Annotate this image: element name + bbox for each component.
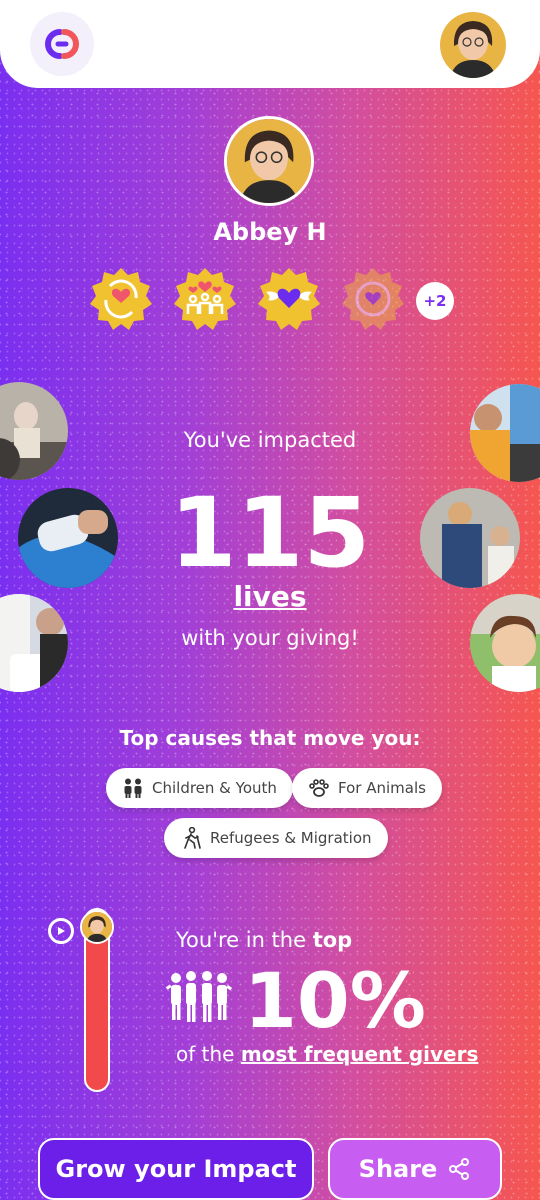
cause-label: Children & Youth xyxy=(152,779,277,797)
meter-play-icon[interactable] xyxy=(48,918,74,944)
walking-person-icon xyxy=(184,827,201,849)
impact-count: 115 xyxy=(169,477,371,589)
most-frequent-givers-link[interactable]: most frequent givers xyxy=(241,1042,479,1066)
profile-name: Abbey H xyxy=(213,218,327,246)
avatar-photo-large xyxy=(227,119,311,203)
winged-heart-icon[interactable] xyxy=(256,266,322,332)
meter-avatar xyxy=(80,910,114,944)
top-bar xyxy=(0,0,540,88)
cause-label: Refugees & Migration xyxy=(210,829,372,847)
rank-intro: You're in the top xyxy=(176,928,352,952)
children-icon xyxy=(124,778,142,798)
profile-avatar-button[interactable] xyxy=(440,12,506,78)
impact-intro: You've impacted xyxy=(183,428,357,452)
impact-outro: with your giving! xyxy=(181,626,359,650)
rank-emphasis: top xyxy=(312,928,353,952)
app-logo[interactable] xyxy=(30,12,94,76)
share-label: Share xyxy=(358,1155,438,1183)
givers-group-icon xyxy=(165,970,233,1028)
recurring-heart-icon[interactable] xyxy=(88,266,154,332)
share-icon xyxy=(449,1158,470,1180)
cause-chip-refugees[interactable]: Refugees & Migration xyxy=(164,818,388,858)
rank-percent: 10% xyxy=(244,956,426,1045)
rank-outro: of the most frequent givers xyxy=(176,1042,478,1066)
heart-badge-locked-icon[interactable] xyxy=(340,266,406,332)
impact-unit-link[interactable]: lives xyxy=(0,580,540,613)
paw-icon xyxy=(309,779,329,797)
cause-label: For Animals xyxy=(338,779,426,797)
causes-title: Top causes that move you: xyxy=(119,726,421,750)
cause-chip-children[interactable]: Children & Youth xyxy=(106,768,293,808)
rank-suffix-prefix: of the xyxy=(176,1042,241,1066)
impact-screen: Abbey H +2 You've impacted 115 lives wit… xyxy=(0,0,540,1200)
avatar-photo xyxy=(440,12,506,78)
profile-avatar-large xyxy=(224,116,314,206)
grow-impact-button[interactable]: Grow your Impact xyxy=(38,1138,314,1200)
logo-icon xyxy=(45,29,79,59)
impact-unit-label: lives xyxy=(233,580,307,613)
grow-impact-label: Grow your Impact xyxy=(55,1155,297,1183)
share-button[interactable]: Share xyxy=(328,1138,502,1200)
family-heart-icon[interactable] xyxy=(172,266,238,332)
more-badges-button[interactable]: +2 xyxy=(416,282,454,320)
rank-prefix: You're in the xyxy=(176,928,313,952)
cause-chip-animals[interactable]: For Animals xyxy=(292,768,442,808)
